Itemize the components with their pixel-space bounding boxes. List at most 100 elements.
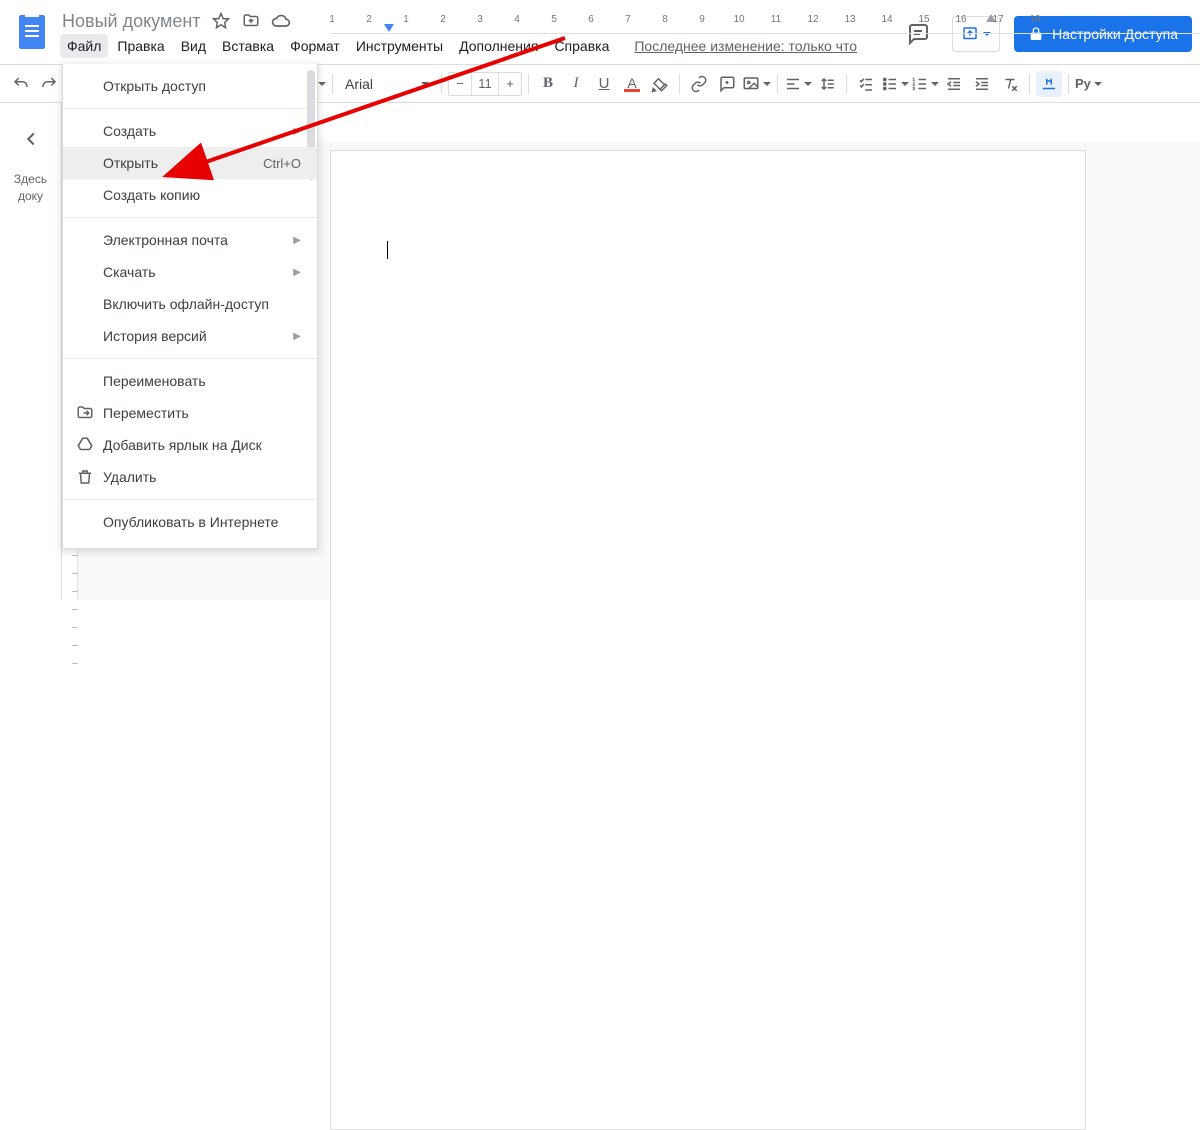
input-tools-button[interactable]: Ру <box>1075 71 1102 97</box>
file-menu-item-label: Скачать <box>103 264 156 280</box>
menu-bar: Файл Правка Вид Вставка Формат Инструмен… <box>56 32 857 58</box>
left-indent-marker-icon[interactable] <box>384 24 394 32</box>
chevron-right-icon: ▶ <box>293 331 301 342</box>
editing-mode-button[interactable] <box>1036 71 1062 97</box>
redo-button[interactable] <box>36 71 62 97</box>
decrease-indent-button[interactable] <box>941 71 967 97</box>
file-menu-item[interactable]: Добавить ярлык на Диск <box>63 429 317 461</box>
text-color-button[interactable]: A <box>619 71 645 97</box>
line-spacing-button[interactable] <box>814 71 840 97</box>
file-menu-item-label: Создать копию <box>103 187 200 203</box>
menu-edit[interactable]: Правка <box>110 34 171 58</box>
menu-separator <box>63 108 317 109</box>
ruler-tick-label: 18 <box>1029 14 1040 25</box>
highlight-color-button[interactable] <box>647 71 673 97</box>
file-menu-item-label: Открыть доступ <box>103 78 206 94</box>
file-menu-item-label: Переместить <box>103 405 189 421</box>
chevron-down-icon <box>901 82 909 86</box>
ruler-tick-label: 12 <box>807 14 818 25</box>
file-menu-item[interactable]: Переименовать <box>63 365 317 397</box>
chevron-down-icon <box>1094 82 1102 86</box>
file-menu-item-label: Переименовать <box>103 373 206 389</box>
chevron-down-icon <box>804 82 812 86</box>
font-size-stepper[interactable]: − 11 + <box>448 72 522 96</box>
ruler-tick-label: 15 <box>918 14 929 25</box>
svg-text:3: 3 <box>913 86 916 91</box>
insert-comment-button[interactable] <box>714 71 740 97</box>
file-menu-item-label: Удалить <box>103 469 156 485</box>
menu-file[interactable]: Файл <box>60 34 108 58</box>
ruler-tick-label: 10 <box>733 14 744 25</box>
font-family-select[interactable]: Arial <box>339 71 435 97</box>
menu-help[interactable]: Справка <box>547 34 616 58</box>
file-menu-item[interactable]: Опубликовать в Интернете <box>63 506 317 538</box>
chevron-right-icon: ▶ <box>293 267 301 278</box>
last-edit-link[interactable]: Последнее изменение: только что <box>634 38 857 54</box>
outline-hint-text: Здесьдоку <box>0 171 61 205</box>
drive-icon <box>73 436 97 454</box>
file-menu-item[interactable]: История версий ▶ <box>63 320 317 352</box>
file-menu-item[interactable]: Открыть доступ <box>63 70 317 102</box>
menu-format[interactable]: Формат <box>283 34 347 58</box>
file-menu-item[interactable]: Скачать ▶ <box>63 256 317 288</box>
checklist-button[interactable] <box>853 71 879 97</box>
horizontal-ruler[interactable]: 12123456789101112131415161718 <box>330 14 1200 34</box>
bulleted-list-button[interactable] <box>881 71 909 97</box>
bold-button[interactable]: B <box>535 71 561 97</box>
chevron-right-icon: ▶ <box>293 235 301 246</box>
ruler-tick-label: 3 <box>477 14 483 25</box>
ruler-tick-label: 5 <box>551 14 557 25</box>
italic-button[interactable]: I <box>563 71 589 97</box>
outline-panel-collapsed: Здесьдоку <box>0 103 62 600</box>
ruler-tick-label: 13 <box>844 14 855 25</box>
outline-back-button[interactable] <box>13 121 49 157</box>
menu-addons[interactable]: Дополнения <box>452 34 545 58</box>
align-button[interactable] <box>784 71 812 97</box>
chevron-down-icon <box>931 82 939 86</box>
file-menu-item[interactable]: Создать ▶ <box>63 115 317 147</box>
numbered-list-button[interactable]: 123 <box>911 71 939 97</box>
file-menu-item[interactable]: Электронная почта ▶ <box>63 224 317 256</box>
increase-font-button[interactable]: + <box>499 73 521 95</box>
insert-image-button[interactable] <box>742 71 771 97</box>
styles-dropdown-chevron-icon[interactable] <box>318 82 326 86</box>
menu-separator <box>63 217 317 218</box>
file-menu-item-label: Электронная почта <box>103 232 228 248</box>
ruler-tick-label: 11 <box>771 14 781 25</box>
file-menu-item[interactable]: Удалить <box>63 461 317 493</box>
menu-tools[interactable]: Инструменты <box>349 34 450 58</box>
ruler-tick-label: 8 <box>662 14 668 25</box>
file-menu-item-label: Опубликовать в Интернете <box>103 514 278 530</box>
increase-indent-button[interactable] <box>969 71 995 97</box>
star-icon[interactable] <box>211 11 231 31</box>
file-menu-item[interactable]: ОткрытьCtrl+O <box>63 147 317 179</box>
file-menu-item-label: Добавить ярлык на Диск <box>103 437 262 453</box>
menu-view[interactable]: Вид <box>174 34 213 58</box>
clear-formatting-button[interactable] <box>997 71 1023 97</box>
decrease-font-button[interactable]: − <box>449 73 471 95</box>
cloud-status-icon[interactable] <box>271 11 291 31</box>
ruler-tick-label: 7 <box>625 14 631 25</box>
file-menu-item-label: История версий <box>103 328 207 344</box>
document-page[interactable] <box>330 150 1086 1130</box>
file-menu-dropdown: Открыть доступСоздать▶ОткрытьCtrl+OСозда… <box>62 64 318 549</box>
file-menu-item[interactable]: Переместить <box>63 397 317 429</box>
file-menu-item[interactable]: Создать копию <box>63 179 317 211</box>
undo-button[interactable] <box>8 71 34 97</box>
ruler-tick-label: 9 <box>699 14 705 25</box>
file-menu-item-label: Создать <box>103 123 156 139</box>
file-menu-item-label: Включить офлайн-доступ <box>103 296 269 312</box>
menu-insert[interactable]: Вставка <box>215 34 281 58</box>
docs-logo-icon[interactable] <box>12 12 52 52</box>
move-icon <box>73 404 97 422</box>
file-menu-item[interactable]: Включить офлайн-доступ <box>63 288 317 320</box>
underline-button[interactable]: U <box>591 71 617 97</box>
ruler-tick-label: 17 <box>992 14 1003 25</box>
insert-link-button[interactable] <box>686 71 712 97</box>
chevron-right-icon: ▶ <box>293 126 301 137</box>
move-to-folder-icon[interactable] <box>241 11 261 31</box>
text-cursor <box>387 241 388 259</box>
document-title[interactable]: Новый документ <box>62 11 201 32</box>
shortcut-label: Ctrl+O <box>263 156 301 171</box>
font-size-value[interactable]: 11 <box>471 73 499 95</box>
